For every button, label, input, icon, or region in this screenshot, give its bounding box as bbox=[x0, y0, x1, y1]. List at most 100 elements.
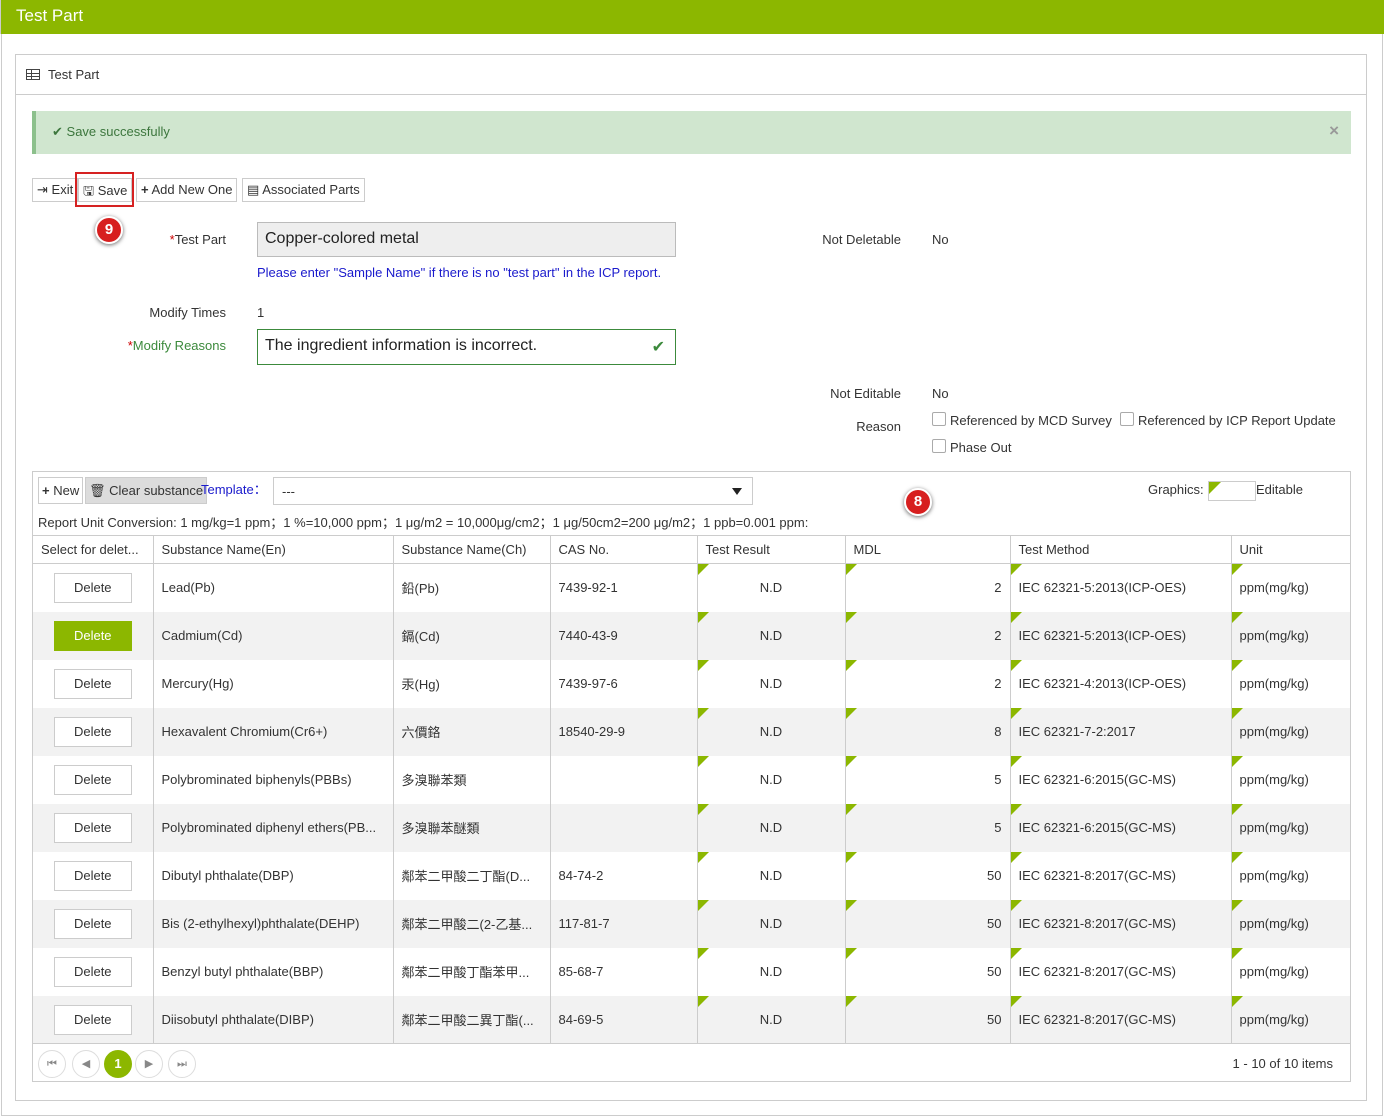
cell-test-result[interactable]: N.D bbox=[696, 803, 845, 852]
next-page-button[interactable]: ▶ bbox=[135, 1050, 163, 1078]
save-highlight-box bbox=[75, 172, 134, 207]
cell-test-method[interactable]: IEC 62321-4:2013(ICP-OES) bbox=[1009, 659, 1231, 708]
reason-phase-out-checkbox[interactable]: Phase Out bbox=[932, 439, 1011, 455]
delete-button[interactable]: Delete bbox=[53, 860, 132, 891]
cell-test-method[interactable]: IEC 62321-5:2013(ICP-OES) bbox=[1009, 563, 1231, 612]
new-substance-button[interactable]: + New bbox=[38, 477, 84, 504]
cell-test-method[interactable]: IEC 62321-8:2017(GC-MS) bbox=[1009, 851, 1231, 900]
col-cas[interactable]: CAS No. bbox=[549, 535, 697, 564]
delete-button[interactable]: Delete bbox=[53, 716, 132, 747]
cell-test-method[interactable]: IEC 62321-5:2013(ICP-OES) bbox=[1009, 611, 1231, 660]
cell-name-ch: 六價鉻 bbox=[392, 707, 550, 756]
close-icon[interactable]: × bbox=[1329, 121, 1339, 141]
checkbox-box[interactable] bbox=[932, 439, 946, 453]
cell-test-method[interactable]: IEC 62321-6:2015(GC-MS) bbox=[1009, 755, 1231, 804]
cell-test-result[interactable]: N.D bbox=[696, 947, 845, 996]
cell-test-result[interactable]: N.D bbox=[696, 659, 845, 708]
cell-test-result[interactable]: N.D bbox=[696, 563, 845, 612]
cell-select: Delete bbox=[33, 852, 153, 900]
cell-cas: 117-81-7 bbox=[549, 899, 697, 948]
cell-unit[interactable]: ppm(mg/kg) bbox=[1230, 611, 1350, 660]
cell-test-result[interactable]: N.D bbox=[696, 899, 845, 948]
cell-mdl[interactable]: 5 bbox=[844, 803, 1010, 852]
delete-button[interactable]: Delete bbox=[53, 620, 132, 651]
cell-test-result[interactable]: N.D bbox=[696, 707, 845, 756]
cell-mdl[interactable]: 2 bbox=[844, 563, 1010, 612]
substance-grid: + New 🗑 Clear substance Template： --- Gr… bbox=[32, 471, 1351, 1082]
cell-mdl[interactable]: 50 bbox=[844, 899, 1010, 948]
cell-test-result[interactable]: N.D bbox=[696, 995, 845, 1044]
test-part-input[interactable]: Copper-colored metal bbox=[257, 222, 676, 257]
col-test-result[interactable]: Test Result bbox=[696, 535, 845, 564]
checkbox-box[interactable] bbox=[1120, 412, 1134, 426]
col-select[interactable]: Select for delet... bbox=[33, 535, 153, 564]
cell-test-result[interactable]: N.D bbox=[696, 611, 845, 660]
cell-mdl[interactable]: 50 bbox=[844, 947, 1010, 996]
cell-name-ch: 鄰苯二甲酸二異丁酯(... bbox=[392, 995, 550, 1044]
cell-unit[interactable]: ppm(mg/kg) bbox=[1230, 707, 1350, 756]
reason-mcd-checkbox[interactable]: Referenced by MCD Survey bbox=[932, 412, 1112, 428]
delete-button[interactable]: Delete bbox=[53, 956, 132, 987]
col-mdl[interactable]: MDL bbox=[844, 535, 1010, 564]
cell-name-en: Hexavalent Chromium(Cr6+) bbox=[152, 707, 393, 756]
cell-name-en: Polybrominated diphenyl ethers(PB... bbox=[152, 803, 393, 852]
template-label: Template： bbox=[201, 482, 267, 497]
cell-unit[interactable]: ppm(mg/kg) bbox=[1230, 995, 1350, 1044]
cell-name-en: Dibutyl phthalate(DBP) bbox=[152, 851, 393, 900]
clear-label: Clear substance bbox=[109, 483, 204, 498]
checkbox-box[interactable] bbox=[932, 412, 946, 426]
reason-icp-checkbox[interactable]: Referenced by ICP Report Update bbox=[1120, 412, 1336, 428]
cell-test-method[interactable]: IEC 62321-8:2017(GC-MS) bbox=[1009, 995, 1231, 1044]
cell-test-method[interactable]: IEC 62321-7-2:2017 bbox=[1009, 707, 1231, 756]
last-page-button[interactable]: ⏭ bbox=[168, 1050, 196, 1078]
cell-test-method[interactable]: IEC 62321-6:2015(GC-MS) bbox=[1009, 803, 1231, 852]
cell-mdl[interactable]: 8 bbox=[844, 707, 1010, 756]
col-test-method[interactable]: Test Method bbox=[1009, 535, 1231, 564]
cell-mdl[interactable]: 5 bbox=[844, 755, 1010, 804]
delete-button[interactable]: Delete bbox=[53, 1004, 132, 1035]
plus-icon: + bbox=[141, 182, 149, 197]
prev-page-button[interactable]: ◀ bbox=[72, 1050, 100, 1078]
plus-icon: + bbox=[42, 483, 50, 498]
table-row: Delete Lead(Pb) 鉛(Pb) 7439-92-1 N.D 2 IEC 6232… bbox=[33, 563, 1350, 612]
cell-unit[interactable]: ppm(mg/kg) bbox=[1230, 803, 1350, 852]
delete-button[interactable]: Delete bbox=[53, 764, 132, 795]
associated-label: Associated Parts bbox=[262, 182, 360, 197]
cell-unit[interactable]: ppm(mg/kg) bbox=[1230, 755, 1350, 804]
cell-unit[interactable]: ppm(mg/kg) bbox=[1230, 659, 1350, 708]
add-new-one-button[interactable]: + Add New One bbox=[136, 178, 238, 202]
exit-button[interactable]: ⇥ Exit bbox=[32, 178, 79, 202]
associated-parts-button[interactable]: ▤ Associated Parts bbox=[242, 178, 365, 202]
delete-button[interactable]: Delete bbox=[53, 668, 132, 699]
delete-button[interactable]: Delete bbox=[53, 812, 132, 843]
cell-test-method[interactable]: IEC 62321-8:2017(GC-MS) bbox=[1009, 947, 1231, 996]
cell-mdl[interactable]: 2 bbox=[844, 611, 1010, 660]
cell-name-ch: 鄰苯二甲酸丁酯苯甲... bbox=[392, 947, 550, 996]
clear-substance-button[interactable]: 🗑 Clear substance bbox=[85, 477, 208, 504]
table-row: Delete Diisobutyl phthalate(DIBP) 鄰苯二甲酸二異丁… bbox=[33, 995, 1350, 1044]
cell-unit[interactable]: ppm(mg/kg) bbox=[1230, 947, 1350, 996]
col-name-ch[interactable]: Substance Name(Ch) bbox=[392, 535, 550, 564]
page-1-button[interactable]: 1 bbox=[104, 1050, 132, 1078]
cell-test-result[interactable]: N.D bbox=[696, 851, 845, 900]
new-label: New bbox=[53, 483, 80, 498]
col-name-en[interactable]: Substance Name(En) bbox=[152, 535, 393, 564]
cell-mdl[interactable]: 2 bbox=[844, 659, 1010, 708]
cell-unit[interactable]: ppm(mg/kg) bbox=[1230, 563, 1350, 612]
cell-unit[interactable]: ppm(mg/kg) bbox=[1230, 899, 1350, 948]
cell-test-method[interactable]: IEC 62321-8:2017(GC-MS) bbox=[1009, 899, 1231, 948]
cell-name-en: Lead(Pb) bbox=[152, 563, 393, 612]
cell-mdl[interactable]: 50 bbox=[844, 851, 1010, 900]
pager: ⏮ ◀ 1 ▶ ⏭ 1 - 10 of 10 items bbox=[33, 1043, 1350, 1081]
delete-button[interactable]: Delete bbox=[53, 572, 132, 603]
cell-mdl[interactable]: 50 bbox=[844, 995, 1010, 1044]
table-row: Delete Mercury(Hg) 汞(Hg) 7439-97-6 N.D 2 IEC 6… bbox=[33, 659, 1350, 708]
cell-name-en: Cadmium(Cd) bbox=[152, 611, 393, 660]
delete-button[interactable]: Delete bbox=[53, 908, 132, 939]
template-select[interactable]: --- bbox=[273, 477, 753, 505]
cell-unit[interactable]: ppm(mg/kg) bbox=[1230, 851, 1350, 900]
modify-reasons-input[interactable]: The ingredient information is incorrect.… bbox=[257, 329, 676, 365]
first-page-button[interactable]: ⏮ bbox=[38, 1050, 66, 1078]
cell-test-result[interactable]: N.D bbox=[696, 755, 845, 804]
col-unit[interactable]: Unit bbox=[1230, 535, 1350, 564]
